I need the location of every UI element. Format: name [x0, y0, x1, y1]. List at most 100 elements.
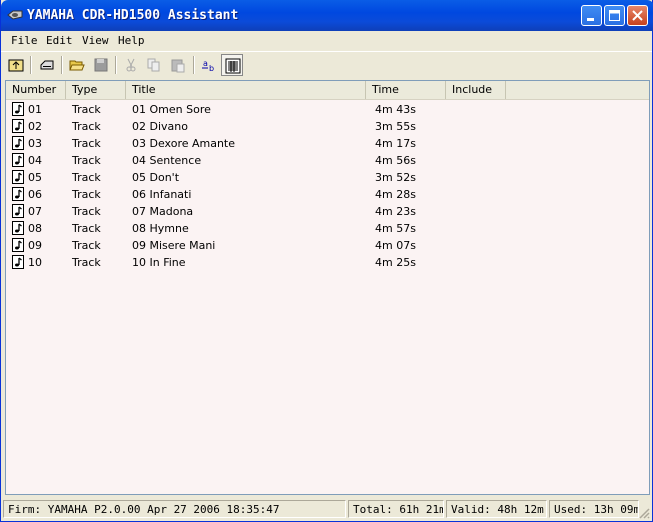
maximize-button[interactable] [604, 5, 625, 26]
window-title: YAMAHA CDR-HD1500 Assistant [27, 8, 239, 23]
cell-time: 4m 57s [375, 222, 416, 235]
table-row[interactable]: 05 Track 05 Don't 3m 52s [6, 169, 649, 186]
title-bar[interactable]: YAMAHA CDR-HD1500 Assistant [1, 0, 653, 31]
cell-type: Track [72, 222, 101, 235]
menu-bar: File Edit View Help [1, 31, 652, 50]
cell-type: Track [72, 188, 101, 201]
table-row[interactable]: 08 Track 08 Hymne 4m 57s [6, 220, 649, 237]
copy-button[interactable] [143, 54, 165, 76]
cell-title: 03 Dexore Amante [132, 137, 236, 150]
svg-text:b: b [209, 64, 214, 73]
music-note-icon [12, 119, 24, 133]
cell-title: 10 In Fine [132, 256, 186, 269]
up-folder-icon [8, 59, 24, 72]
table-row[interactable]: 06 Track 06 Infanati 4m 28s [6, 186, 649, 203]
eject-icon [40, 60, 54, 70]
cell-type: Track [72, 137, 101, 150]
column-title[interactable]: Title [126, 81, 366, 99]
music-note-icon [12, 221, 24, 235]
save-button[interactable] [90, 54, 112, 76]
cell-number: 10 [28, 256, 42, 269]
music-note-icon [12, 238, 24, 252]
table-row[interactable]: 02 Track 02 Divano 3m 55s [6, 118, 649, 135]
open-button[interactable] [66, 54, 88, 76]
minimize-icon [587, 18, 594, 21]
music-note-icon [12, 170, 24, 184]
menu-file[interactable]: File [11, 34, 38, 47]
cell-number: 09 [28, 239, 42, 252]
status-firmware: Firm: YAMAHA P2.0.00 Apr 27 2006 18:35:4… [3, 500, 346, 518]
cell-number: 06 [28, 188, 42, 201]
app-window: YAMAHA CDR-HD1500 Assistant File Edit Vi… [0, 0, 653, 522]
details-view-icon [225, 58, 241, 74]
music-note-icon [12, 153, 24, 167]
cell-title: 05 Don't [132, 171, 180, 184]
column-include[interactable]: Include [446, 81, 506, 99]
track-list[interactable]: Number Type Title Time Include 01 Track 01… [5, 80, 650, 495]
details-view-button[interactable] [221, 54, 243, 76]
cell-type: Track [72, 103, 101, 116]
eject-button[interactable] [36, 54, 58, 76]
music-note-icon [12, 136, 24, 150]
music-note-icon [12, 255, 24, 269]
minimize-button[interactable] [581, 5, 602, 26]
close-icon [632, 10, 643, 21]
music-note-icon [12, 102, 24, 116]
list-header: Number Type Title Time Include [6, 81, 649, 100]
table-row[interactable]: 10 Track 10 In Fine 4m 25s [6, 254, 649, 271]
cell-time: 4m 17s [375, 137, 416, 150]
cd-drive-icon [7, 10, 23, 20]
cell-time: 4m 07s [375, 239, 416, 252]
cell-time: 4m 28s [375, 188, 416, 201]
cell-type: Track [72, 256, 101, 269]
cell-title: 01 Omen Sore [132, 103, 211, 116]
toolbar: ab [1, 51, 652, 79]
svg-text:a: a [203, 59, 208, 68]
table-row[interactable]: 01 Track 01 Omen Sore 4m 43s [6, 101, 649, 118]
status-bar: Firm: YAMAHA P2.0.00 Apr 27 2006 18:35:4… [1, 497, 652, 521]
cell-number: 08 [28, 222, 42, 235]
table-row[interactable]: 03 Track 03 Dexore Amante 4m 17s [6, 135, 649, 152]
cell-number: 07 [28, 205, 42, 218]
close-button[interactable] [627, 5, 648, 26]
cell-time: 4m 43s [375, 103, 416, 116]
music-note-icon [12, 187, 24, 201]
cell-type: Track [72, 154, 101, 167]
cell-type: Track [72, 171, 101, 184]
cell-title: 04 Sentence [132, 154, 202, 167]
resize-grip-icon[interactable] [638, 507, 650, 519]
cell-time: 3m 55s [375, 120, 416, 133]
cell-number: 02 [28, 120, 42, 133]
maximize-icon [609, 10, 620, 21]
cell-type: Track [72, 239, 101, 252]
cell-type: Track [72, 120, 101, 133]
menu-edit[interactable]: Edit [46, 34, 73, 47]
table-row[interactable]: 09 Track 09 Misere Mani 4m 07s [6, 237, 649, 254]
cell-number: 01 [28, 103, 42, 116]
open-folder-icon [69, 60, 85, 71]
up-folder-button[interactable] [5, 54, 27, 76]
cell-time: 4m 25s [375, 256, 416, 269]
cut-button[interactable] [120, 54, 142, 76]
paste-button[interactable] [167, 54, 189, 76]
cell-title: 07 Madona [132, 205, 194, 218]
table-row[interactable]: 07 Track 07 Madona 4m 23s [6, 203, 649, 220]
cell-number: 03 [28, 137, 42, 150]
copy-icon [147, 58, 160, 72]
table-row[interactable]: 04 Track 04 Sentence 4m 56s [6, 152, 649, 169]
column-type[interactable]: Type [66, 81, 126, 99]
rename-icon: ab [202, 59, 214, 73]
column-time[interactable]: Time [366, 81, 446, 99]
paste-icon [171, 59, 185, 73]
cell-time: 4m 23s [375, 205, 416, 218]
status-valid: Valid: 48h 12m [446, 500, 547, 518]
column-number[interactable]: Number [6, 81, 66, 99]
cell-time: 3m 52s [375, 171, 416, 184]
cell-time: 4m 56s [375, 154, 416, 167]
menu-help[interactable]: Help [118, 34, 145, 47]
menu-view[interactable]: View [82, 34, 109, 47]
cell-title: 02 Divano [132, 120, 188, 133]
cell-type: Track [72, 205, 101, 218]
rename-button[interactable]: ab [198, 54, 220, 76]
cell-number: 04 [28, 154, 42, 167]
